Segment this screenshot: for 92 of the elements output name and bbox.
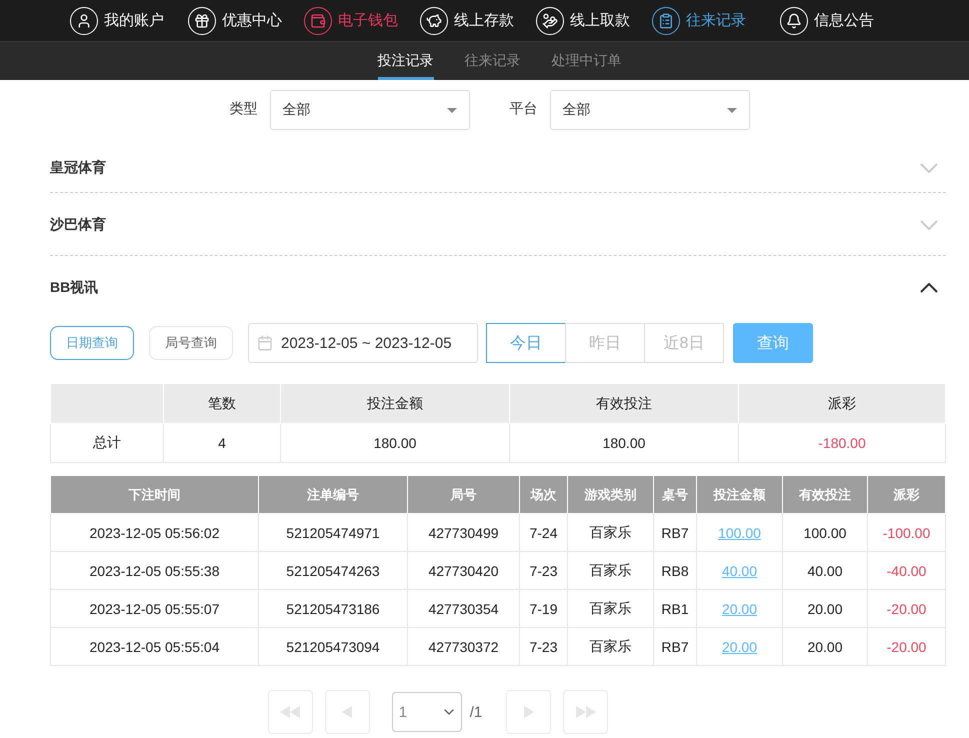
- nav-item[interactable]: 我的账户: [70, 6, 164, 34]
- page-total: /1: [470, 704, 482, 720]
- caret-icon: [446, 108, 456, 112]
- table-cell: 427730420: [408, 552, 520, 590]
- column-header: 派彩: [868, 476, 946, 514]
- table-cell: 总计: [50, 424, 164, 462]
- table-cell: RB7: [654, 628, 696, 666]
- table-cell: -180.00: [738, 424, 946, 462]
- table-cell: 7-23: [520, 552, 568, 590]
- table-cell: 20.00: [782, 590, 868, 628]
- table-cell: 2023-12-05 05:56:02: [50, 514, 258, 552]
- table-cell: 427730372: [408, 628, 520, 666]
- table-cell: 2023-12-05 05:55:07: [50, 590, 258, 628]
- sub-tab[interactable]: 处理中订单: [552, 42, 622, 80]
- table-cell: 百家乐: [568, 628, 654, 666]
- table-cell: 40.00: [782, 552, 868, 590]
- section-header[interactable]: BB视讯: [50, 256, 946, 319]
- summary-header: 派彩: [738, 384, 946, 424]
- page-select[interactable]: 1: [392, 692, 462, 732]
- table-cell: RB7: [654, 514, 696, 552]
- table-cell: 7-19: [520, 590, 568, 628]
- column-header: 投注金额: [696, 476, 782, 514]
- table-cell: 4: [164, 424, 280, 462]
- table-cell: 521205474971: [258, 514, 408, 552]
- table-cell: 521205474263: [258, 552, 408, 590]
- column-header: 场次: [520, 476, 568, 514]
- table-cell: 百家乐: [568, 514, 654, 552]
- sub-tab[interactable]: 往来记录: [464, 42, 520, 80]
- column-header: 桌号: [654, 476, 696, 514]
- query-mode-button[interactable]: 局号查询: [149, 326, 233, 360]
- column-header: 有效投注: [782, 476, 868, 514]
- bell-icon: [780, 6, 808, 34]
- table-cell: -40.00: [868, 552, 946, 590]
- column-header: 注单编号: [258, 476, 408, 514]
- chevron-down-icon: [920, 163, 938, 173]
- first-page-button[interactable]: [268, 690, 313, 734]
- table-cell: 521205473094: [258, 628, 408, 666]
- filter-label: 类型: [230, 100, 258, 118]
- sub-tab[interactable]: 投注记录: [378, 42, 434, 80]
- table-cell: 7-23: [520, 628, 568, 666]
- table-cell: RB1: [654, 590, 696, 628]
- table-cell: -20.00: [868, 590, 946, 628]
- table-cell: 100.00: [782, 514, 868, 552]
- table-cell: 2023-12-05 05:55:04: [50, 628, 258, 666]
- wallet-icon: [304, 6, 332, 34]
- table-cell: RB8: [654, 552, 696, 590]
- summary-header: 有效投注: [510, 384, 738, 424]
- piggy-bank-icon: [420, 6, 448, 34]
- column-header: 游戏类别: [568, 476, 654, 514]
- column-header: 下注时间: [50, 476, 258, 514]
- column-header: 局号: [408, 476, 520, 514]
- table-cell: 2023-12-05 05:55:38: [50, 552, 258, 590]
- gift-icon: [188, 6, 216, 34]
- nav-item[interactable]: 电子钱包: [304, 6, 398, 34]
- last-page-button[interactable]: [563, 690, 608, 734]
- table-cell: 百家乐: [568, 552, 654, 590]
- caret-icon: [726, 108, 736, 112]
- nav-item[interactable]: 线上存款: [420, 6, 514, 34]
- section-header[interactable]: 皇冠体育: [50, 142, 946, 194]
- date-range-field[interactable]: 2023-12-05 ~ 2023-12-05: [248, 323, 478, 363]
- table-cell: 521205473186: [258, 590, 408, 628]
- summary-header: 笔数: [164, 384, 280, 424]
- triangle-right-icon: [524, 706, 534, 718]
- clipboard-icon: [652, 6, 680, 34]
- nav-item[interactable]: 线上取款: [536, 6, 630, 34]
- section-header[interactable]: 沙巴体育: [50, 193, 946, 256]
- hand-coins-icon: [536, 6, 564, 34]
- table-cell: -100.00: [868, 514, 946, 552]
- table-cell: 7-24: [520, 514, 568, 552]
- calendar-icon: [257, 335, 273, 351]
- nav-item[interactable]: 优惠中心: [188, 6, 282, 34]
- filter-select[interactable]: 全部: [270, 90, 470, 130]
- double-triangle-left-icon: [280, 706, 300, 718]
- table-cell: 180.00: [280, 424, 510, 462]
- table-cell: 百家乐: [568, 590, 654, 628]
- nav-item[interactable]: 往来记录: [652, 6, 746, 34]
- table-cell: -20.00: [868, 628, 946, 666]
- table-cell: 427730499: [408, 514, 520, 552]
- previous-page-button[interactable]: [324, 690, 370, 734]
- table-cell: 427730354: [408, 590, 520, 628]
- chevron-down-icon: [920, 220, 938, 230]
- filter-label: 平台: [510, 100, 538, 118]
- nav-item[interactable]: 信息公告: [780, 6, 874, 34]
- double-triangle-right-icon: [576, 706, 596, 718]
- chevron-up-icon: [920, 282, 938, 292]
- table-cell: 20.00: [782, 628, 868, 666]
- triangle-left-icon: [342, 706, 352, 718]
- table-cell: 180.00: [510, 424, 738, 462]
- next-page-button[interactable]: [506, 690, 552, 734]
- summary-header: 投注金额: [280, 384, 510, 424]
- filter-select[interactable]: 全部: [550, 90, 750, 130]
- user-icon: [70, 6, 98, 34]
